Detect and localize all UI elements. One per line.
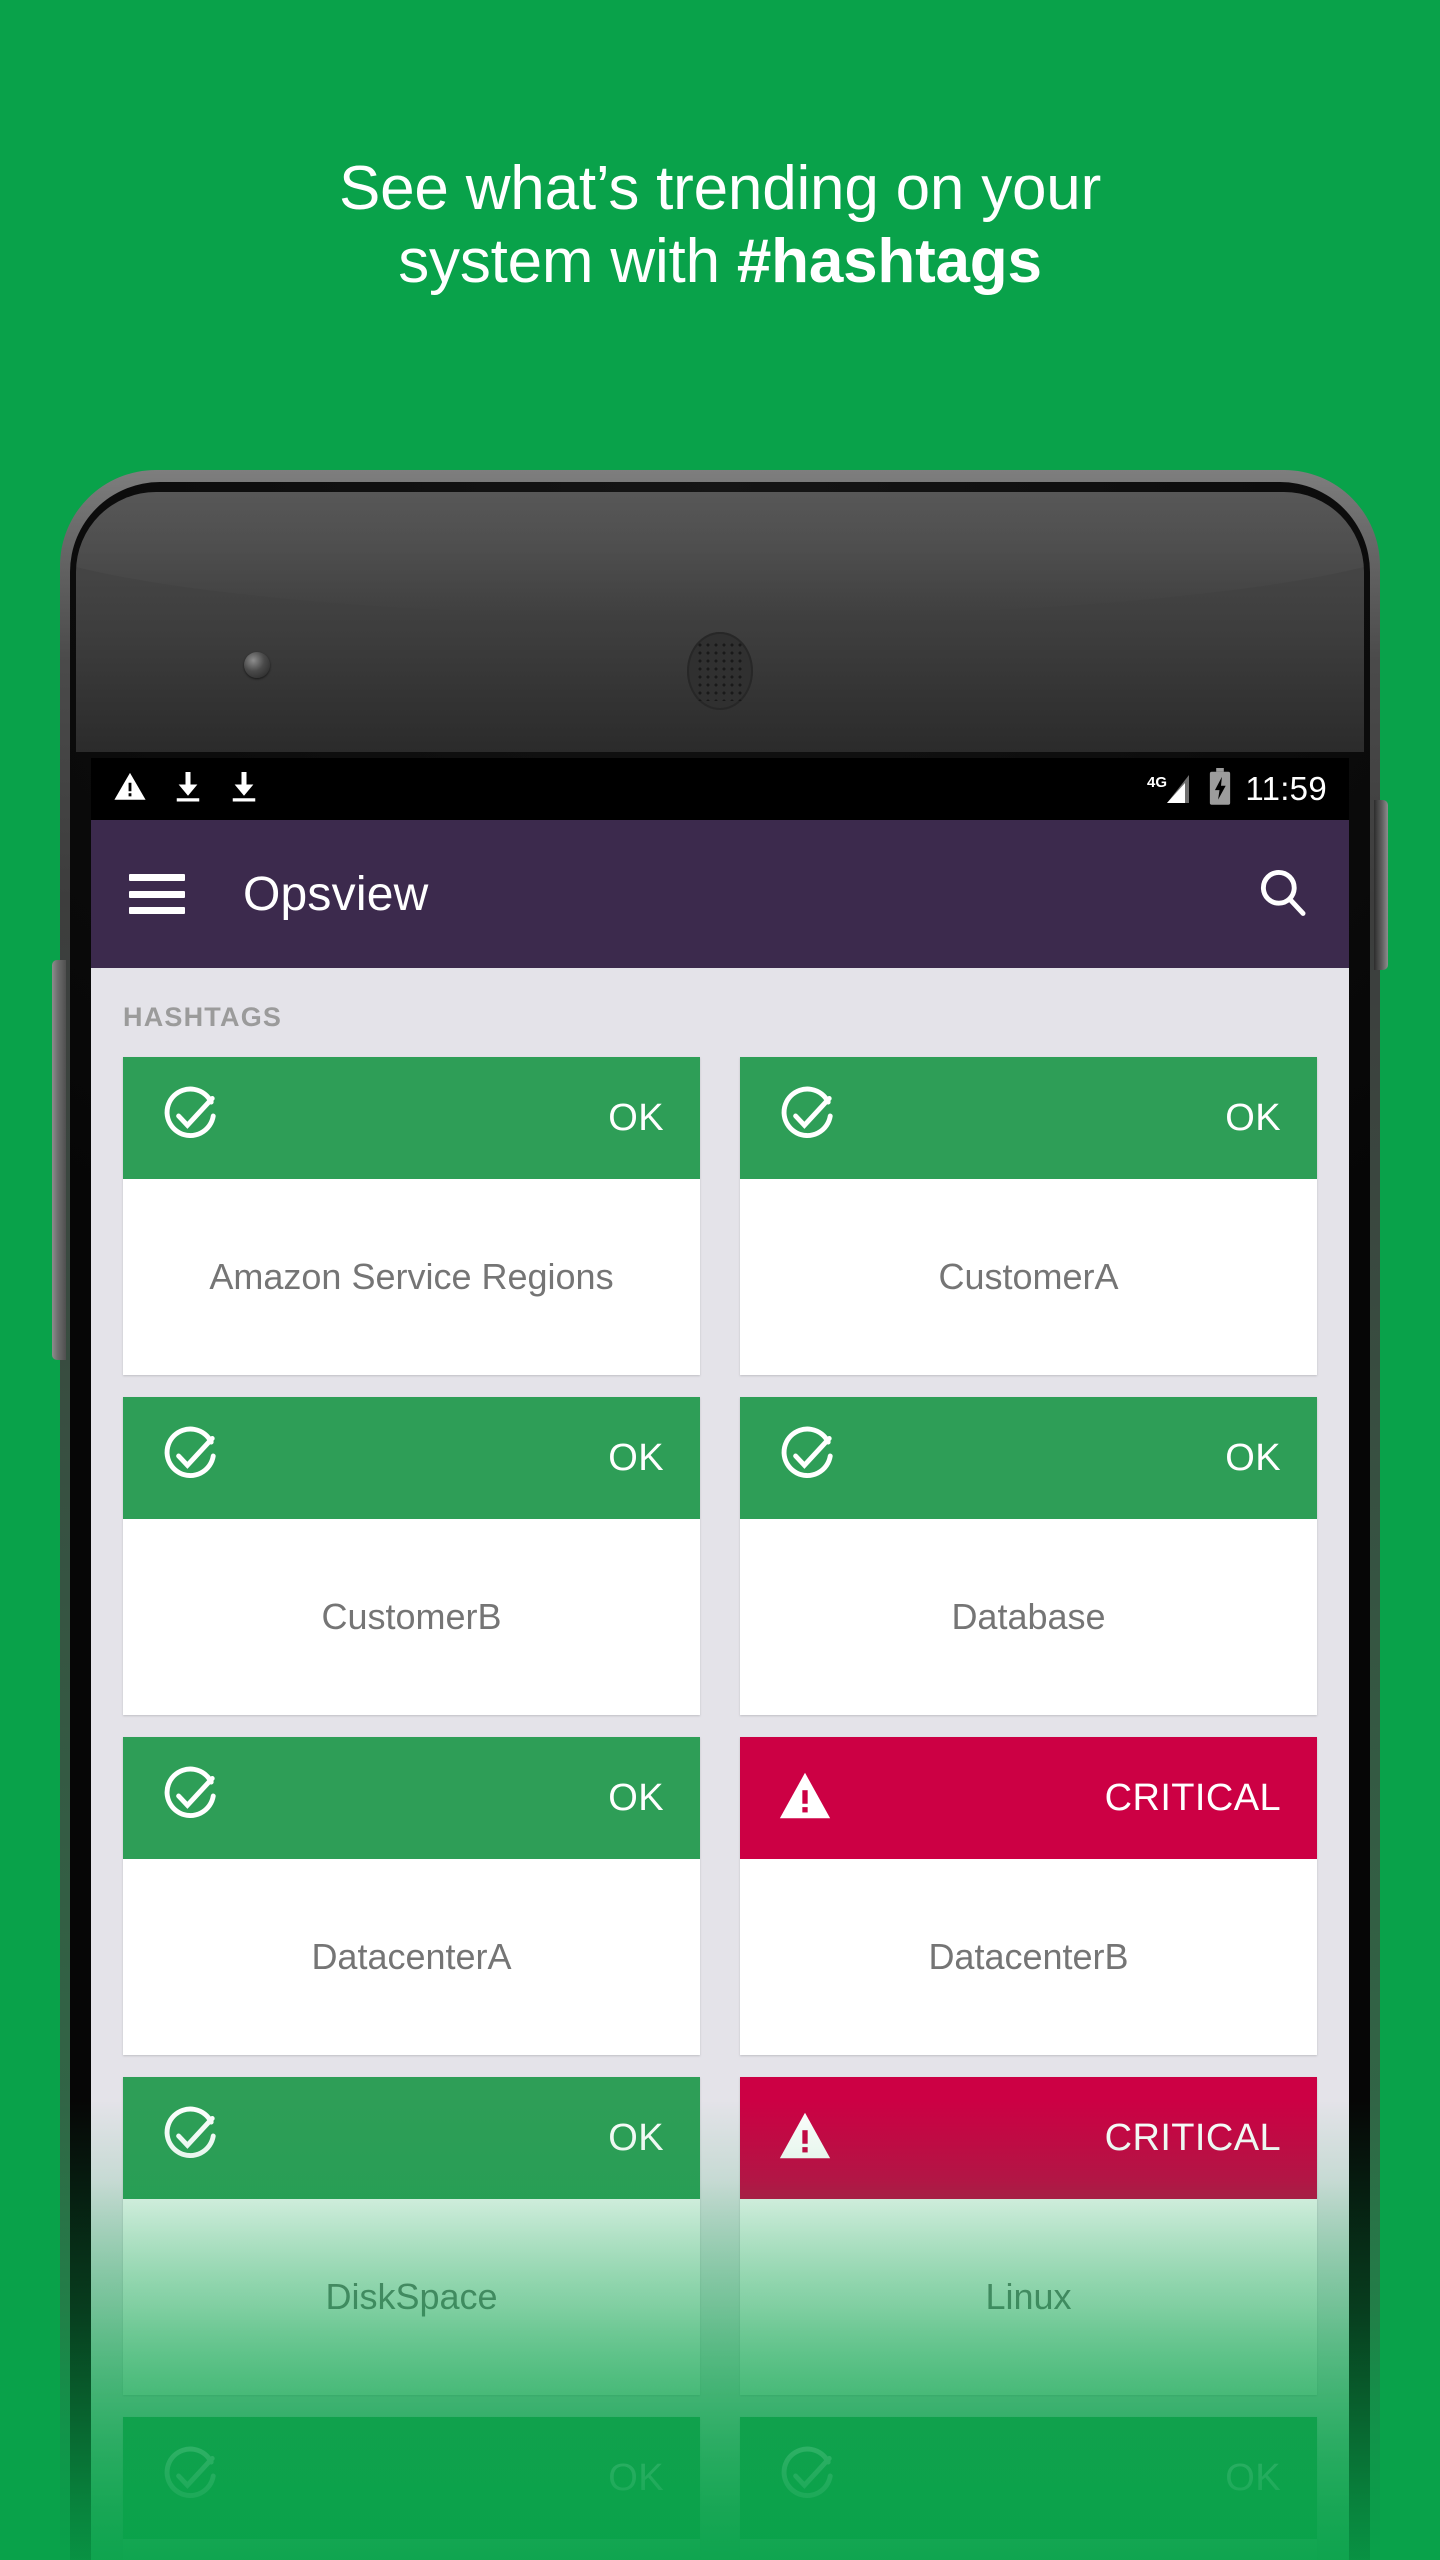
check-circle-icon <box>159 1765 221 1832</box>
hashtag-card[interactable]: OK Amazon Service Regions <box>123 1057 700 1375</box>
card-body: DiskSpace <box>123 2199 700 2395</box>
card-status-header: OK <box>123 1057 700 1179</box>
volume-button[interactable] <box>52 960 66 1360</box>
card-body: DatacenterB <box>740 1859 1317 2055</box>
status-bar-notifications <box>113 770 259 809</box>
warning-triangle-icon <box>776 2107 834 2170</box>
phone-screen: 4G 11:59 Opsview HASHTAGS OK Amazon Serv… <box>91 758 1349 2560</box>
warning-triangle-icon <box>776 1767 834 1830</box>
power-button[interactable] <box>1374 800 1388 970</box>
card-status-header: OK <box>740 1397 1317 1519</box>
hashtag-name: Database <box>951 1596 1106 1638</box>
hashtag-name: DiskSpace <box>325 2276 498 2318</box>
hashtag-card-grid: OK Amazon Service Regions OK CustomerA O… <box>91 1057 1349 2560</box>
headline-line-1: See what’s trending on your <box>338 154 1102 223</box>
status-badge: OK <box>608 2116 664 2159</box>
app-title: Opsview <box>243 867 429 921</box>
status-badge: OK <box>1225 2456 1281 2499</box>
check-circle-icon <box>159 2105 221 2172</box>
card-body <box>740 2539 1317 2560</box>
headline-line-2: system with #hashtags <box>120 225 1320 298</box>
card-status-header: OK <box>740 1057 1317 1179</box>
search-icon[interactable] <box>1255 864 1311 925</box>
check-circle-icon <box>776 1425 838 1492</box>
phone-device-mockup: 4G 11:59 Opsview HASHTAGS OK Amazon Serv… <box>20 470 1420 2560</box>
android-status-bar: 4G 11:59 <box>91 758 1349 820</box>
headline-hashtags-emphasis: #hashtags <box>736 227 1042 297</box>
card-body: CustomerB <box>123 1519 700 1715</box>
hashtag-card[interactable]: OK CustomerA <box>740 1057 1317 1375</box>
card-status-header: OK <box>740 2417 1317 2539</box>
hashtag-card[interactable]: CRITICAL Linux <box>740 2077 1317 2395</box>
hashtag-card[interactable]: OK DatacenterA <box>123 1737 700 2055</box>
card-body <box>123 2539 700 2560</box>
hashtag-card[interactable]: CRITICAL DatacenterB <box>740 1737 1317 2055</box>
check-circle-icon <box>776 2445 838 2512</box>
hashtag-card[interactable]: OK <box>123 2417 700 2560</box>
section-header-hashtags: HASHTAGS <box>123 1002 283 1032</box>
status-badge: CRITICAL <box>1104 1776 1281 1819</box>
status-badge: OK <box>608 1436 664 1479</box>
card-body: Amazon Service Regions <box>123 1179 700 1375</box>
hashtag-name: Amazon Service Regions <box>209 1256 614 1298</box>
hashtag-card[interactable]: OK DiskSpace <box>123 2077 700 2395</box>
hashtag-name: DatacenterA <box>311 1936 512 1978</box>
status-badge: OK <box>1225 1096 1281 1139</box>
check-circle-icon <box>159 2445 221 2512</box>
card-body: Linux <box>740 2199 1317 2395</box>
app-bar: Opsview <box>91 820 1349 968</box>
warning-triangle-icon <box>113 770 147 809</box>
hashtag-card[interactable]: OK CustomerB <box>123 1397 700 1715</box>
card-body: CustomerA <box>740 1179 1317 1375</box>
promo-backdrop: See what’s trending on your system with … <box>0 0 1440 2560</box>
download-icon <box>229 770 259 809</box>
status-badge: OK <box>1225 1436 1281 1479</box>
check-circle-icon <box>159 1085 221 1152</box>
phone-top-bezel <box>76 492 1364 752</box>
download-icon <box>173 770 203 809</box>
status-bar-system-icons: 4G 11:59 <box>1145 767 1327 811</box>
svg-text:4G: 4G <box>1147 774 1167 791</box>
hashtag-card[interactable]: OK Database <box>740 1397 1317 1715</box>
status-badge: OK <box>608 2456 664 2499</box>
promo-headline: See what’s trending on your system with … <box>0 152 1440 298</box>
card-status-header: CRITICAL <box>740 1737 1317 1859</box>
check-circle-icon <box>776 1085 838 1152</box>
signal-bars-icon: 4G <box>1145 771 1195 807</box>
card-status-header: OK <box>123 1737 700 1859</box>
hamburger-menu-icon[interactable] <box>129 874 185 914</box>
check-circle-icon <box>159 1425 221 1492</box>
hashtag-name: CustomerA <box>938 1256 1119 1298</box>
status-badge: CRITICAL <box>1104 2116 1281 2159</box>
front-camera-icon <box>244 652 270 678</box>
hashtags-screen-content: HASHTAGS OK Amazon Service Regions OK Cu… <box>91 968 1349 2560</box>
battery-charging-icon <box>1207 767 1233 811</box>
earpiece-speaker-icon <box>687 632 753 710</box>
headline-line-2-prefix: system with <box>398 227 737 297</box>
hashtag-name: Linux <box>985 2276 1072 2318</box>
card-status-header: CRITICAL <box>740 2077 1317 2199</box>
card-status-header: OK <box>123 2417 700 2539</box>
status-badge: OK <box>608 1096 664 1139</box>
hashtag-name: DatacenterB <box>928 1936 1129 1978</box>
hashtag-card[interactable]: OK <box>740 2417 1317 2560</box>
status-bar-clock: 11:59 <box>1245 770 1327 807</box>
card-status-header: OK <box>123 1397 700 1519</box>
card-body: Database <box>740 1519 1317 1715</box>
card-status-header: OK <box>123 2077 700 2199</box>
card-body: DatacenterA <box>123 1859 700 2055</box>
hashtag-name: CustomerB <box>321 1596 502 1638</box>
status-badge: OK <box>608 1776 664 1819</box>
